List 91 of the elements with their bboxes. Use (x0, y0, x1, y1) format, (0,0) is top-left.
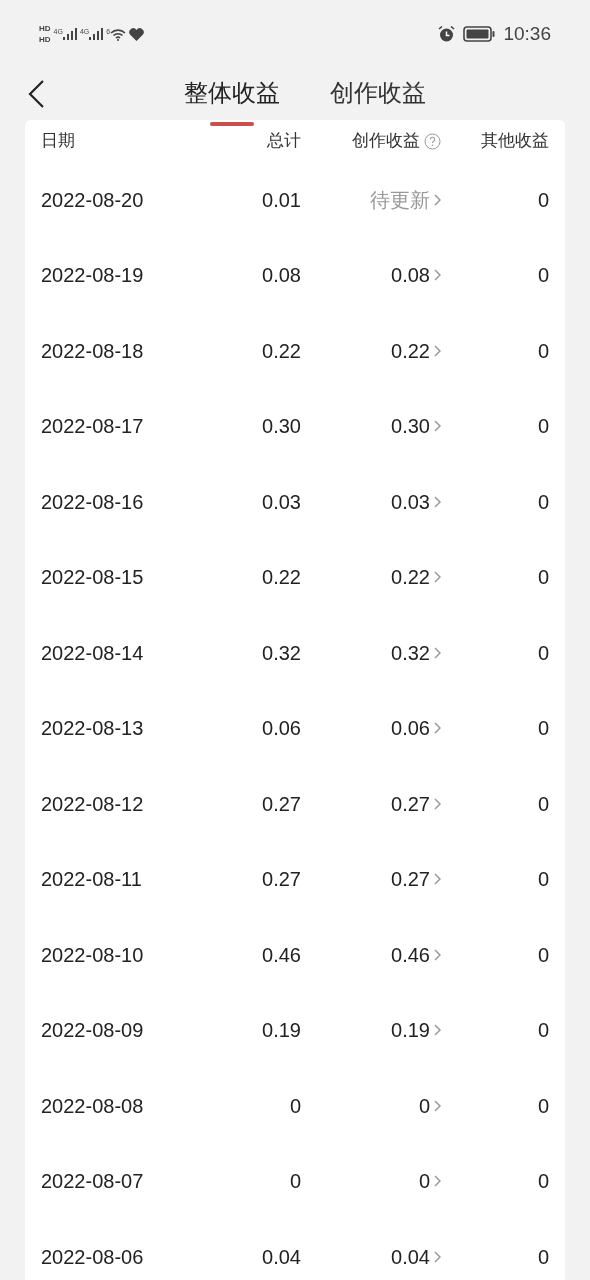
creative-earnings-link[interactable]: 0.04 (391, 1241, 430, 1272)
table-cell-text: 0 (536, 716, 549, 742)
table-cell-text: 0 (536, 338, 549, 364)
creative-earnings-link[interactable]: 0.03 (391, 486, 430, 517)
chevron-right-icon (434, 495, 441, 508)
chevron-right-icon (434, 1024, 441, 1037)
table-cell-text: 0 (536, 1244, 549, 1270)
creative-earnings-link[interactable]: 0.22 (391, 562, 430, 593)
creative-earnings-link[interactable]: 0.27 (391, 864, 430, 895)
table-cell-text: 0 (536, 263, 549, 289)
table-cell-text: 0 (536, 489, 549, 515)
tab[interactable]: 创作收益 (330, 75, 426, 113)
creative-earnings-link[interactable]: 0.27 (391, 788, 430, 819)
chevron-right-icon (434, 269, 441, 282)
table-cell-text: 0 (536, 942, 549, 968)
table-cell-text: 2022-08-18 (41, 338, 145, 364)
table-cell-text: 0.30 (261, 414, 301, 440)
chevron-right-icon (434, 646, 441, 659)
table-cell-text: 2022-08-09 (41, 1018, 145, 1044)
table-cell-text: 0 (536, 640, 549, 666)
chevron-right-icon (434, 948, 441, 961)
table-cell-text: 0 (288, 1093, 301, 1119)
table-cell-text: 0.06 (261, 716, 301, 742)
chevron-right-icon (434, 1250, 441, 1263)
table-cell-text: 2022-08-15 (41, 565, 145, 591)
column-header: 创作收益 (352, 130, 420, 153)
creative-earnings-link[interactable]: 0.08 (391, 260, 430, 291)
alarm-clock-icon (438, 26, 456, 42)
help-icon (424, 132, 441, 150)
tab-indicator (210, 122, 254, 126)
table-cell-text: 2022-08-14 (41, 640, 145, 666)
creative-earnings-link[interactable]: 0.46 (391, 939, 430, 970)
table-cell-text: 2022-08-06 (41, 1244, 145, 1270)
status-time: 10:36 (503, 21, 551, 46)
creative-earnings-link[interactable]: 0.22 (391, 335, 430, 366)
table-cell-text: 0 (536, 1018, 549, 1044)
table-cell-text: 2022-08-17 (41, 414, 145, 440)
table-cell-text: 2022-08-16 (41, 489, 145, 515)
chevron-right-icon (434, 571, 441, 584)
table-cell-text: 0.03 (261, 489, 301, 515)
sim-label: HD (39, 34, 51, 45)
column-header: 其他收益 (480, 130, 549, 153)
table-cell-text: 2022-08-20 (41, 187, 145, 213)
table-cell-text: 0.04 (261, 1244, 301, 1270)
creative-earnings-link[interactable]: 0.19 (391, 1015, 430, 1046)
column-header: 日期 (41, 130, 76, 153)
table-cell-text: 0 (536, 187, 549, 213)
creative-earnings-link[interactable]: 0.30 (391, 411, 430, 442)
table-cell-text: 0 (536, 791, 549, 817)
table-cell-text: 2022-08-07 (41, 1169, 145, 1195)
table-cell-text: 0 (536, 565, 549, 591)
table-cell-text: 0 (536, 867, 549, 893)
table-cell-text: 2022-08-12 (41, 791, 145, 817)
chevron-right-icon (434, 193, 441, 206)
chevron-right-icon (434, 1099, 441, 1112)
table-cell-text: 0 (536, 414, 549, 440)
battery-icon (463, 26, 496, 42)
heart-icon (129, 27, 145, 41)
creative-earnings-link[interactable]: 0 (418, 1090, 430, 1121)
table-cell-text: 0.32 (261, 640, 301, 666)
table-cell-text: 0.22 (261, 565, 301, 591)
table-cell-text: 2022-08-10 (41, 942, 145, 968)
table-cell-text: 0.27 (261, 867, 301, 893)
signal-icon (89, 28, 104, 40)
chevron-right-icon (434, 420, 441, 433)
chevron-right-icon (434, 344, 441, 357)
table-cell-text: 0 (288, 1169, 301, 1195)
table-cell-text: 0.08 (261, 263, 301, 289)
creative-earnings-link[interactable]: 0 (418, 1166, 430, 1197)
table-cell-text: 0.19 (261, 1018, 301, 1044)
creative-earnings-link[interactable]: 0.32 (391, 637, 430, 668)
table-cell-text: 2022-08-08 (41, 1093, 145, 1119)
table-cell-text: 2022-08-19 (41, 263, 145, 289)
table-cell-text: 0 (536, 1093, 549, 1119)
table-cell-text: 0 (536, 1169, 549, 1195)
chevron-right-icon (434, 797, 441, 810)
wifi-icon (110, 27, 127, 41)
signal-icon (62, 28, 77, 40)
table-cell-text: 0.22 (261, 338, 301, 364)
chevron-right-icon (434, 873, 441, 886)
chevron-right-icon (434, 1175, 441, 1188)
creative-earnings-link[interactable]: 0.06 (391, 713, 430, 744)
table-cell-text: 0.46 (261, 942, 301, 968)
column-header: 总计 (266, 130, 301, 153)
table-cell-text: 0.27 (261, 791, 301, 817)
tab[interactable]: 整体收益 (184, 75, 280, 113)
sim-label: HD (39, 23, 51, 34)
table-cell-text: 0.01 (261, 187, 301, 213)
table-cell-text: 2022-08-13 (41, 716, 145, 742)
chevron-right-icon (434, 722, 441, 735)
table-cell-text: 2022-08-11 (41, 867, 143, 893)
